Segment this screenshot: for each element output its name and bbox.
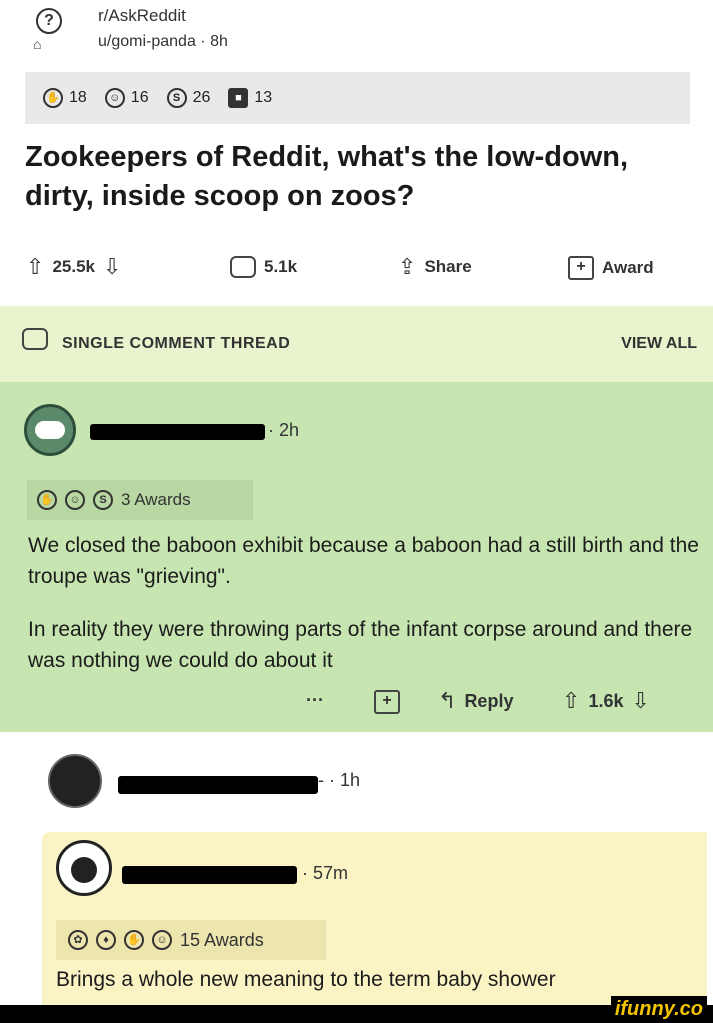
wholesome-face-award-icon: ☺ [65,490,85,510]
share-button[interactable]: ⇪ Share [398,256,472,278]
comment-count: 5.1k [264,257,298,276]
vote-control: ⇧ 25.5k ⇩ [26,256,121,278]
avatar[interactable] [24,404,76,456]
comment-awards-bar[interactable]: ✋ ☺ S 3 Awards [27,480,253,520]
awards-label: 3 Awards [121,490,191,509]
award-item: S 26 [166,88,211,108]
upvote-icon[interactable]: ⇧ [26,256,44,278]
dark-award-icon: ■ [228,88,249,108]
vote-count: 1.6k [588,690,624,711]
gift-award-icon: + [374,690,400,714]
crossed-hands-award-icon: ✋ [43,88,63,108]
comment-paragraph: We closed the baboon exhibit because a b… [28,534,699,588]
award-count: 16 [130,89,149,106]
share-label: Share [424,257,472,276]
avatar[interactable] [48,754,102,808]
post-header: ? ⌂ r/AskReddit u/gomi-panda · 8h [0,0,713,70]
comment-bubble-icon [230,256,256,278]
comment-time: · 2h [268,420,300,440]
nested-reply-comment: · 57m ✿ ♦ ✋ ☺ 15 Awards Brings a whole n… [42,832,707,1007]
ifunny-watermark: ifunny.co [610,996,707,1022]
highlighted-comment: · 2h ✋ ☺ S 3 Awards We closed the baboon… [0,382,713,732]
footer-bar [0,1005,713,1023]
post-author-line[interactable]: u/gomi-panda · 8h [98,33,228,51]
flower-award-icon: ✿ [68,930,88,950]
comment-bubble-icon [22,328,48,350]
comment-action-bar: ··· + ↰ Reply ⇧ 1.6k ⇩ [0,684,713,724]
award-label: Award [602,258,654,277]
downvote-icon[interactable]: ⇩ [631,690,649,712]
more-label: ··· [306,690,324,710]
more-options-button[interactable]: ··· [306,690,324,711]
redacted-username [118,776,318,794]
redacted-username [122,866,297,884]
wholesome-face-award-icon: ☺ [152,930,172,950]
silver-coin-award-icon: S [166,88,187,108]
award-count: 18 [69,89,87,106]
downvote-icon[interactable]: ⇩ [103,256,121,278]
subreddit-icon[interactable]: ? [36,8,62,34]
view-all-link[interactable]: VIEW ALL [621,335,697,353]
single-comment-thread-bar: SINGLE COMMENT THREAD VIEW ALL [0,306,713,382]
reply-comment: - · 1h [0,732,713,842]
crossed-hands-award-icon: ✋ [124,930,144,950]
award-count: 13 [254,89,273,106]
redacted-username [90,424,265,440]
avatar[interactable] [56,840,112,896]
user-avatar-icon: ⌂ [33,36,42,52]
silver-coin-award-icon: S [93,490,113,510]
helpful-award-icon: ♦ [96,930,116,950]
subreddit-name[interactable]: r/AskReddit [98,6,186,26]
award-button[interactable]: + Award [568,256,654,280]
wholesome-face-award-icon: ☺ [104,88,125,108]
award-item: ☺ 16 [104,88,149,108]
post-awards-bar[interactable]: ✋ 18 ☺ 16 S 26 ■ 13 [25,72,690,124]
comments-button[interactable]: 5.1k [230,256,297,278]
award-count: 26 [192,89,211,106]
vote-count: 25.5k [52,257,95,276]
comment-vote-control: ⇧ 1.6k ⇩ [562,690,650,712]
award-item: ✋ 18 [43,88,87,108]
reply-button[interactable]: ↰ Reply [438,690,513,712]
upvote-icon[interactable]: ⇧ [562,690,580,712]
post-action-bar: ⇧ 25.5k ⇩ 5.1k ⇪ Share + Award [20,248,700,294]
comment-body: We closed the baboon exhibit because a b… [28,530,708,698]
crossed-hands-award-icon: ✋ [37,490,57,510]
comment-time: - · 1h [318,770,361,790]
comment-paragraph: In reality they were throwing parts of t… [28,618,693,672]
thread-label: SINGLE COMMENT THREAD [62,335,291,352]
comment-meta: - · 1h [318,770,360,791]
reply-arrow-icon: ↰ [438,688,457,713]
award-item: ■ 13 [228,88,272,108]
comment-body: Brings a whole new meaning to the term b… [56,968,556,991]
share-icon: ⇪ [398,254,417,279]
gift-award-icon: + [568,256,594,280]
awards-label: 15 Awards [180,929,264,950]
post-title[interactable]: Zookeepers of Reddit, what's the low-dow… [25,138,665,216]
comment-awards-bar[interactable]: ✿ ♦ ✋ ☺ 15 Awards [56,920,326,960]
reply-label: Reply [464,690,514,711]
comment-time: · 57m [302,863,349,883]
give-award-button[interactable]: + [374,690,400,714]
